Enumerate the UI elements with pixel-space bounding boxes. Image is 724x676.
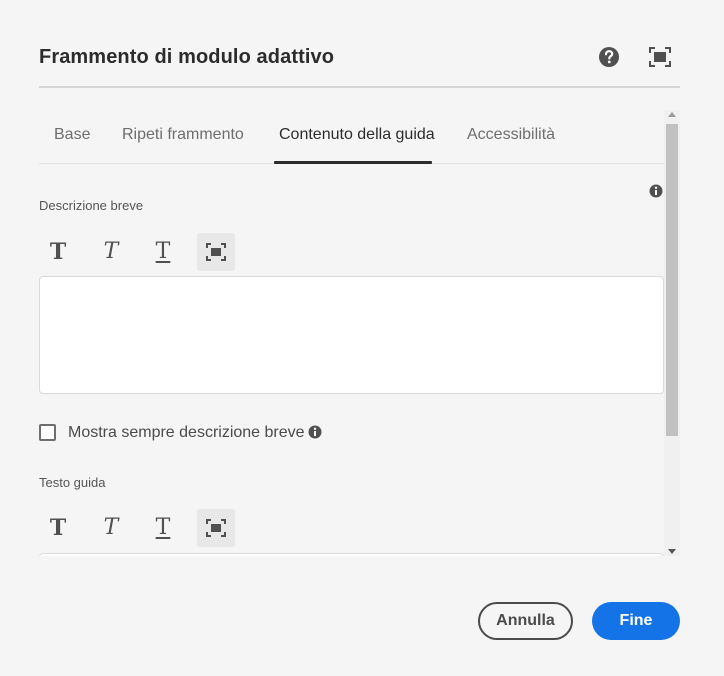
scrollbar-thumb[interactable] — [666, 124, 678, 436]
fullscreen-button[interactable] — [647, 44, 673, 70]
fullscreen-icon — [649, 47, 671, 67]
fullscreen-icon — [206, 519, 226, 537]
tab-base[interactable]: Base — [54, 126, 90, 144]
short-description-toolbar: T T T — [39, 233, 249, 271]
italic-button[interactable]: T — [92, 233, 130, 271]
scroll-up-arrow-icon[interactable] — [668, 112, 676, 117]
vertical-scrollbar[interactable] — [664, 110, 680, 556]
dialog-content-scroll[interactable]: Base Ripeti frammento Contenuto della gu… — [39, 110, 680, 556]
info-icon[interactable] — [308, 425, 322, 444]
underline-icon: T — [155, 515, 171, 540]
bold-icon: T — [49, 239, 67, 265]
italic-button[interactable]: T — [92, 509, 130, 547]
tab-ripeti-frammento[interactable]: Ripeti frammento — [122, 126, 244, 144]
help-text-toolbar: T T T — [39, 509, 249, 547]
tab-contenuto-della-guida[interactable]: Contenuto della guida — [279, 126, 435, 144]
underline-button[interactable]: T — [144, 509, 182, 547]
fullscreen-icon — [206, 243, 226, 261]
bold-icon: T — [49, 515, 67, 541]
always-show-row: Mostra sempre descrizione breve — [39, 422, 359, 444]
scroll-down-arrow-icon[interactable] — [668, 549, 676, 554]
info-icon[interactable] — [649, 184, 663, 203]
done-button[interactable]: Fine — [592, 602, 680, 640]
dialog-content: Base Ripeti frammento Contenuto della gu… — [39, 110, 664, 556]
always-show-checkbox[interactable] — [39, 424, 56, 441]
help-button[interactable] — [596, 44, 622, 70]
editor-fullscreen-button[interactable] — [197, 509, 235, 547]
help-text-label: Testo guida — [39, 475, 106, 490]
italic-icon: T — [103, 515, 119, 540]
underline-button[interactable]: T — [144, 233, 182, 271]
active-tab-indicator — [274, 161, 432, 164]
underline-icon: T — [155, 239, 171, 264]
italic-icon: T — [103, 239, 119, 264]
help-text-editor[interactable] — [39, 553, 664, 556]
short-description-label: Descrizione breve — [39, 198, 144, 213]
always-show-label[interactable]: Mostra sempre descrizione breve — [68, 424, 305, 442]
editor-fullscreen-button[interactable] — [197, 233, 235, 271]
dialog-title: Frammento di modulo adattivo — [39, 46, 335, 68]
tab-accessibilita[interactable]: Accessibilità — [467, 126, 555, 144]
cancel-button[interactable]: Annulla — [478, 602, 573, 640]
dialog: Frammento di modulo adattivo Base Ripeti… — [0, 0, 724, 676]
tab-list: Base Ripeti frammento Contenuto della gu… — [39, 110, 664, 164]
dialog-header: Frammento di modulo adattivo — [39, 40, 680, 88]
short-description-editor[interactable] — [39, 276, 664, 394]
bold-button[interactable]: T — [39, 233, 77, 271]
bold-button[interactable]: T — [39, 509, 77, 547]
help-icon — [599, 47, 619, 67]
